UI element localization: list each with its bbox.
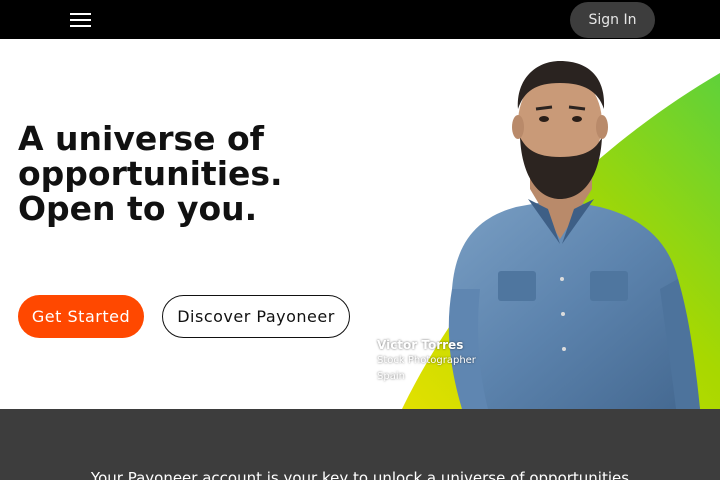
caption-role: Stock Photographer bbox=[377, 355, 476, 366]
hero-headline: A universe of opportunities. Open to you… bbox=[18, 121, 358, 226]
hamburger-menu-icon[interactable] bbox=[68, 11, 94, 29]
photo-caption: Victor Torres Stock Photographer Spain bbox=[377, 338, 476, 385]
top-navigation-bar: Sign In bbox=[0, 0, 720, 39]
sign-in-button[interactable]: Sign In bbox=[570, 2, 655, 38]
headline-line-2: opportunities. bbox=[18, 154, 283, 193]
headline-line-3: Open to you. bbox=[18, 189, 258, 228]
get-started-button[interactable]: Get Started bbox=[18, 295, 144, 338]
menu-line bbox=[70, 13, 91, 15]
info-band: Your Payoneer account is your key to unl… bbox=[0, 409, 720, 480]
menu-line bbox=[70, 19, 91, 21]
band-text: Your Payoneer account is your key to unl… bbox=[90, 469, 630, 480]
caption-name: Victor Torres bbox=[377, 338, 464, 352]
caption-location: Spain bbox=[377, 371, 405, 382]
menu-line bbox=[70, 25, 91, 27]
discover-payoneer-button[interactable]: Discover Payoneer bbox=[162, 295, 350, 338]
hero-section: A universe of opportunities. Open to you… bbox=[0, 39, 720, 409]
headline-line-1: A universe of bbox=[18, 119, 265, 158]
